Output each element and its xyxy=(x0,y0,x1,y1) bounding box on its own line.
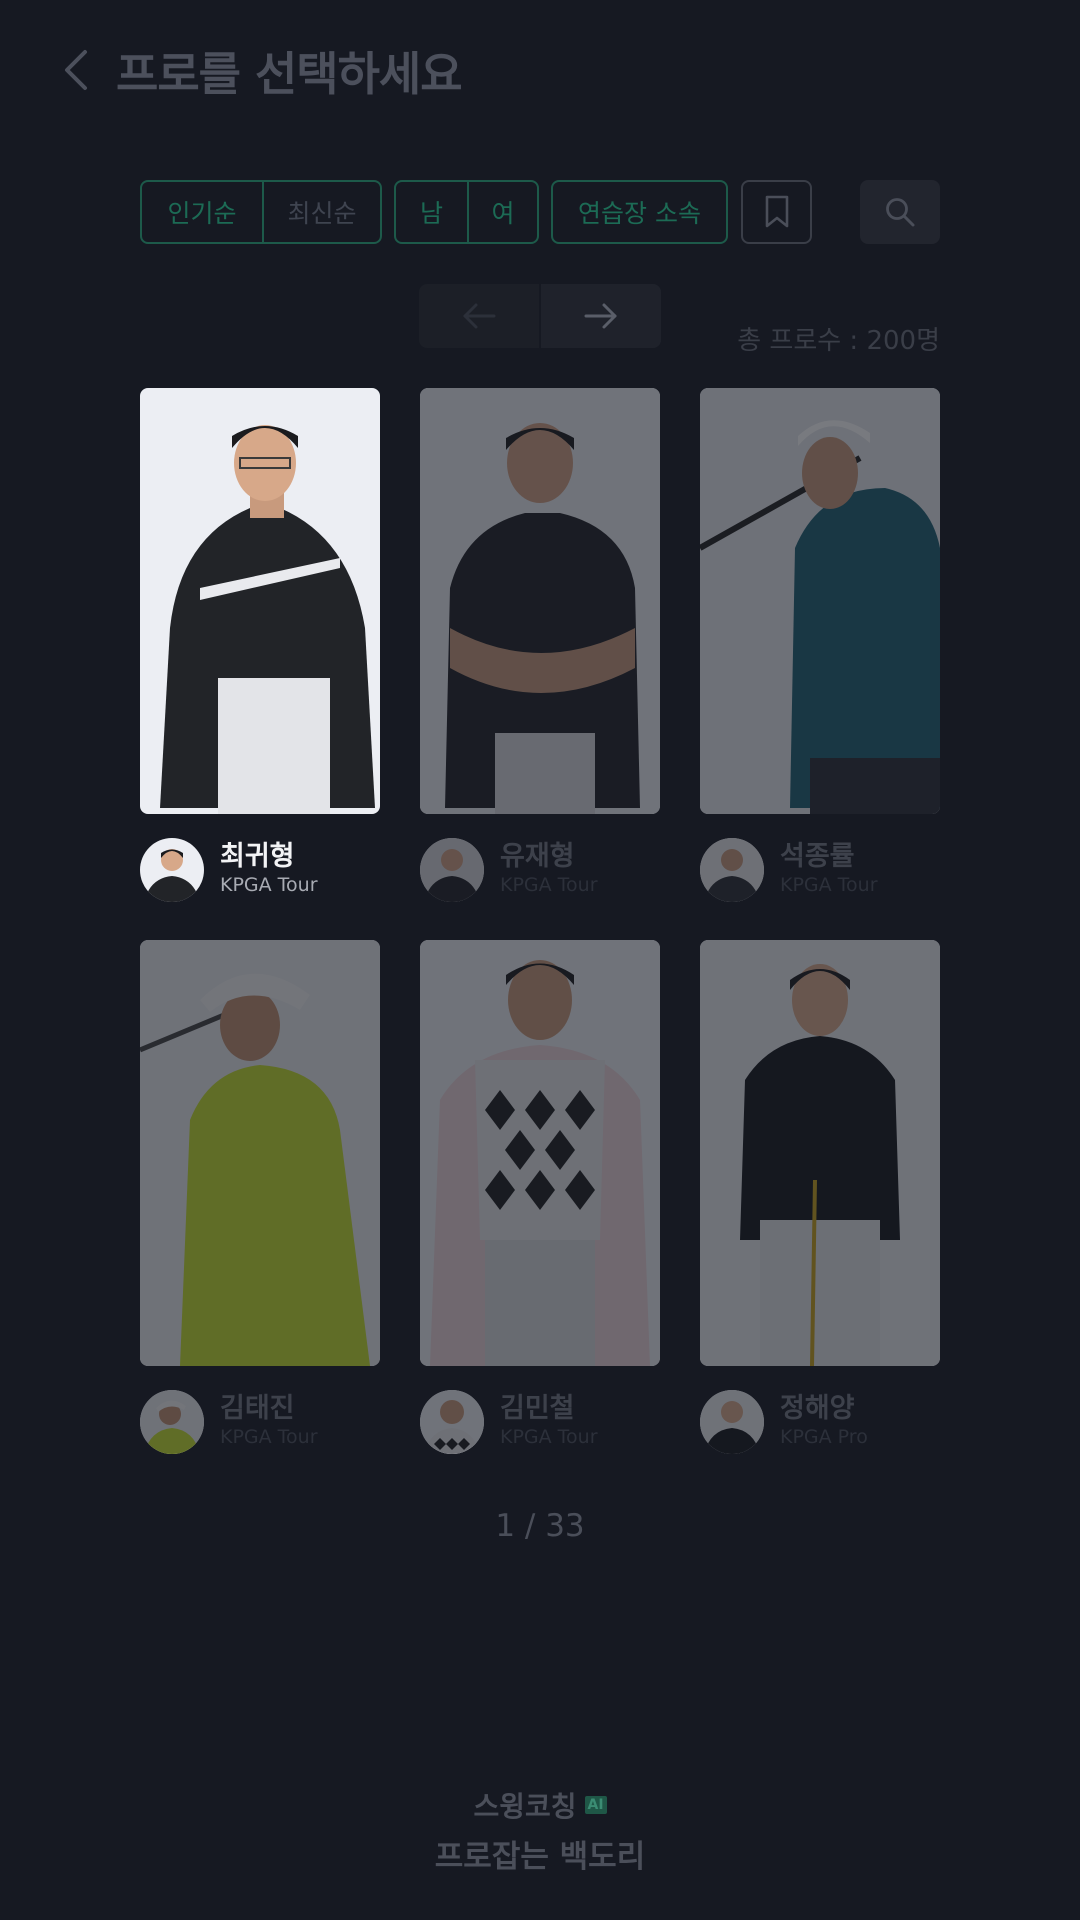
pro-card[interactable]: 최귀형 KPGA Tour xyxy=(140,388,380,906)
pro-card[interactable]: 석종률 KPGA Tour xyxy=(700,388,940,906)
arrow-left-icon xyxy=(463,303,496,329)
pro-card[interactable]: 정해양 KPGA Pro xyxy=(700,940,940,1458)
avatar xyxy=(700,838,764,902)
chevron-left-icon xyxy=(65,50,87,90)
pro-photo xyxy=(700,388,940,814)
gender-male-button[interactable]: 남 xyxy=(396,182,467,242)
ai-badge: AI xyxy=(584,1796,607,1814)
pro-tour: KPGA Tour xyxy=(220,874,318,896)
pro-photo xyxy=(420,388,660,814)
pro-card[interactable]: 김민철 KPGA Tour xyxy=(420,940,660,1458)
avatar xyxy=(700,1390,764,1454)
total-pro-count: 총 프로수 : 200명 xyxy=(737,326,940,356)
sort-filter-group: 인기순 최신순 xyxy=(140,180,382,244)
pro-name: 김태진 xyxy=(220,1393,295,1424)
pro-name: 김민철 xyxy=(500,1393,575,1424)
pro-selection-screen: 프로를 선택하세요 인기순 최신순 남 여 연습장 소속 총 프로수: 200… xyxy=(0,0,1080,1920)
pro-card[interactable]: 유재형 KPGA Tour xyxy=(420,388,660,906)
pro-name: 석종률 xyxy=(780,841,855,872)
pro-tour: KPGA Pro xyxy=(780,1426,868,1448)
prev-page-button[interactable] xyxy=(419,284,539,348)
affiliation-filter-group: 연습장 소속 xyxy=(551,180,728,244)
page-indicator: 1 / 33 xyxy=(495,1508,585,1544)
brand-logo: 스윙코칭 AI 프로잡는 백도리 xyxy=(0,1785,1080,1876)
back-button[interactable] xyxy=(52,44,100,96)
search-icon xyxy=(886,198,915,227)
avatar xyxy=(420,1390,484,1454)
next-page-button[interactable] xyxy=(539,284,661,348)
gender-filter-group: 남 여 xyxy=(394,180,539,244)
sort-newest-button[interactable]: 최신순 xyxy=(262,182,380,242)
pro-name: 정해양 xyxy=(780,1393,855,1424)
page-title: 프로를 선택하세요 xyxy=(116,47,463,101)
arrow-right-icon xyxy=(584,303,617,329)
pro-photo xyxy=(420,940,660,1366)
pro-photo xyxy=(700,940,940,1366)
pager-arrows xyxy=(419,284,661,348)
avatar xyxy=(140,1390,204,1454)
avatar xyxy=(420,838,484,902)
pro-tour: KPGA Tour xyxy=(780,874,878,896)
search-button[interactable] xyxy=(860,180,940,244)
brand-line1: 스윙코칭 xyxy=(473,1790,577,1823)
pro-name: 최귀형 xyxy=(220,841,295,872)
pro-photo xyxy=(140,388,380,814)
pro-tour: KPGA Tour xyxy=(500,1426,598,1448)
gender-female-button[interactable]: 여 xyxy=(467,182,537,242)
affiliation-filter-button[interactable]: 연습장 소속 xyxy=(553,182,726,242)
pro-name: 유재형 xyxy=(500,841,575,872)
pro-tour: KPGA Tour xyxy=(500,874,598,896)
sort-popular-button[interactable]: 인기순 xyxy=(142,182,262,242)
avatar xyxy=(140,838,204,902)
bookmark-filter-button[interactable] xyxy=(741,180,812,244)
pro-tour: KPGA Tour xyxy=(220,1426,318,1448)
pro-photo xyxy=(140,940,380,1366)
pro-card[interactable]: 김태진 KPGA Tour xyxy=(140,940,380,1458)
bookmark-icon xyxy=(765,195,788,228)
brand-line2: 프로잡는 백도리 xyxy=(434,1839,646,1875)
